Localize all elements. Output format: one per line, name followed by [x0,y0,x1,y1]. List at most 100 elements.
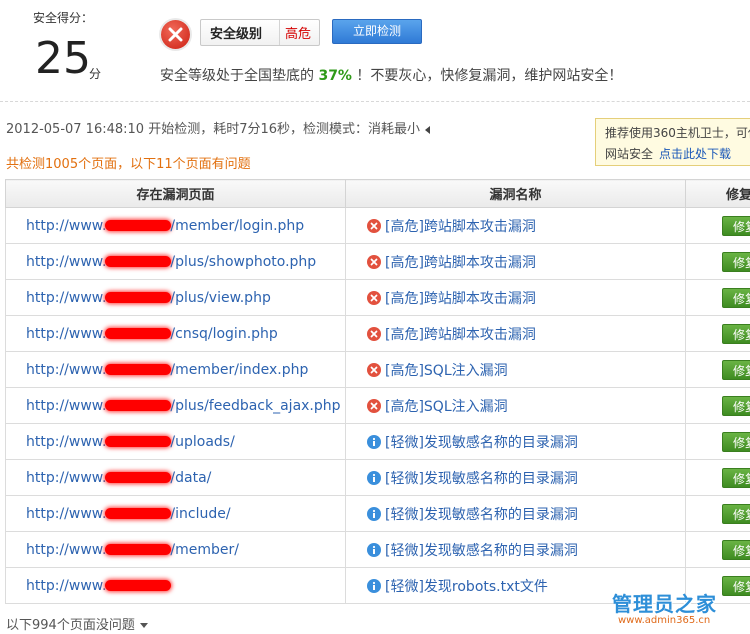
redacted-domain-mark [105,328,172,339]
redacted-domain-mark [105,580,172,591]
vulnerable-page-link[interactable]: http://www. [5,567,346,604]
url-path: /cnsq/login.php [170,325,278,342]
fix-button[interactable]: 修复 [722,503,750,524]
header-vulnerability-name: 漏洞名称 [345,179,686,208]
vulnerability-name-link[interactable]: [高危]跨站脚本攻击漏洞 [345,315,686,352]
fix-cell: 修复 [685,243,750,280]
fix-button[interactable]: 修复 [722,287,750,308]
fix-cell: 修复 [685,351,750,388]
fix-button[interactable]: 修复 [722,467,750,488]
vulnerable-page-link[interactable]: http://www. /data/ [5,459,346,496]
redacted-domain-mark [105,292,172,303]
mode-toggle-arrow-icon[interactable] [425,125,431,134]
fix-cell: 修复 [685,279,750,316]
vulnerable-page-link[interactable]: http://www. /member/login.php [5,207,346,244]
redacted-domain-mark [105,256,172,267]
table-row: http://www. /data/ [轻微]发现敏感名称的目录漏洞 修复 [5,459,750,496]
security-level-label: 安全级别 [210,27,263,42]
tooltip-download-link[interactable]: 点击此处下载 [659,147,731,161]
url-path: /member/ [170,541,239,558]
vulnerable-page-link[interactable]: http://www. /plus/feedback_ajax.php [5,387,346,424]
summary-suffix: ！不要灰心，快修复漏洞，维护网站安全！ [351,68,623,84]
url-path: /plus/feedback_ajax.php [170,397,341,414]
vulnerability-name-link[interactable]: [高危]跨站脚本攻击漏洞 [345,279,686,316]
vulnerability-name-text: [轻微]发现robots.txt文件 [385,578,548,595]
url-prefix: http://www. [26,217,107,234]
table-row: http://www. /plus/showphoto.php [高危]跨站脚本攻击… [5,243,750,280]
fix-cell: 修复 [685,315,750,352]
vulnerable-page-link[interactable]: http://www. /plus/view.php [5,279,346,316]
download-tooltip: 推荐使用360主机卫士，可保 网站安全 点击此处下载 [595,118,750,166]
vulnerability-name-text: [高危]跨站脚本攻击漏洞 [385,254,536,271]
redacted-domain-mark [105,400,172,411]
high-risk-icon [367,326,381,341]
info-icon [367,506,381,521]
vulnerable-page-link[interactable]: http://www. /cnsq/login.php [5,315,346,352]
url-prefix: http://www. [26,361,107,378]
redacted-domain-mark [105,436,172,447]
info-icon [367,542,381,557]
high-risk-icon [367,218,381,233]
table-row: http://www. /plus/feedback_ajax.php [高危]SQ… [5,387,750,424]
vulnerability-name-link[interactable]: [轻微]发现敏感名称的目录漏洞 [345,459,686,496]
fix-button[interactable]: 修复 [722,431,750,452]
fix-button[interactable]: 修复 [722,215,750,236]
url-path: /plus/showphoto.php [170,253,317,270]
fix-button[interactable]: 修复 [722,323,750,344]
url-path: /member/index.php [170,361,309,378]
url-path: /uploads/ [170,433,235,450]
vulnerability-name-link[interactable]: [轻微]发现敏感名称的目录漏洞 [345,423,686,460]
vulnerability-name-link[interactable]: [轻微]发现敏感名称的目录漏洞 [345,495,686,532]
vulnerability-name-link[interactable]: [高危]跨站脚本攻击漏洞 [345,207,686,244]
url-path: /include/ [170,505,231,522]
expand-arrow-icon[interactable] [139,623,148,628]
vulnerable-page-link[interactable]: http://www. /member/index.php [5,351,346,388]
vulnerable-page-link[interactable]: http://www. /plus/showphoto.php [5,243,346,280]
vulnerability-table: 存在漏洞页面 漏洞名称 修复 http://www. /member/login.… [5,179,750,604]
vulnerability-name-text: [高危]跨站脚本攻击漏洞 [385,326,536,343]
vulnerable-page-link[interactable]: http://www. /member/ [5,531,346,568]
high-risk-icon [367,362,381,377]
table-row: http://www. /member/index.php [高危]SQL注入漏洞 修… [5,351,750,388]
table-row: http://www. /include/ [轻微]发现敏感名称的目录漏洞 修复 [5,495,750,532]
url-prefix: http://www. [26,469,107,486]
url-prefix: http://www. [26,505,107,522]
fix-cell: 修复 [685,207,750,244]
fix-cell: 修复 [685,495,750,532]
info-icon [367,578,381,593]
watermark-title: 管理员之家 [612,592,717,616]
vulnerability-name-text: [高危]SQL注入漏洞 [385,362,508,379]
url-prefix: http://www. [26,325,107,342]
vulnerable-page-link[interactable]: http://www. /include/ [5,495,346,532]
watermark-url: www.admin365.cn [618,615,711,626]
summary-percent: 37% [318,68,352,84]
high-risk-icon [367,290,381,305]
fix-button[interactable]: 修复 [722,395,750,416]
vulnerability-name-link[interactable]: [高危]SQL注入漏洞 [345,387,686,424]
score-value: 25 [35,33,91,84]
vulnerability-name-text: [高危]跨站脚本攻击漏洞 [385,290,536,307]
vulnerability-name-link[interactable]: [轻微]发现敏感名称的目录漏洞 [345,531,686,568]
url-prefix: http://www. [26,397,107,414]
redacted-domain-mark [105,220,172,231]
redacted-domain-mark [105,544,172,555]
vulnerable-page-link[interactable]: http://www. /uploads/ [5,423,346,460]
table-row: http://www. /plus/view.php [高危]跨站脚本攻击漏洞 修复 [5,279,750,316]
table-row: http://www. /member/login.php [高危]跨站脚本攻击漏洞… [5,207,750,244]
url-prefix: http://www. [26,577,107,594]
vulnerability-name-link[interactable]: [高危]跨站脚本攻击漏洞 [345,243,686,280]
url-path: /plus/view.php [170,289,271,306]
issue-count-line: 共检测1005个页面，以下11个页面有问题 [6,157,251,172]
redacted-domain-mark [105,364,172,375]
fix-button[interactable]: 修复 [722,251,750,272]
url-prefix: http://www. [26,541,107,558]
vulnerability-name-text: [轻微]发现敏感名称的目录漏洞 [385,542,578,559]
url-prefix: http://www. [26,289,107,306]
scan-now-button[interactable]: 立即检测 [332,19,422,44]
vulnerability-name-text: [高危]跨站脚本攻击漏洞 [385,218,536,235]
vulnerability-name-link[interactable]: [高危]SQL注入漏洞 [345,351,686,388]
url-prefix: http://www. [26,253,107,270]
fix-button[interactable]: 修复 [722,539,750,560]
fix-button[interactable]: 修复 [722,359,750,380]
high-risk-icon [367,398,381,413]
